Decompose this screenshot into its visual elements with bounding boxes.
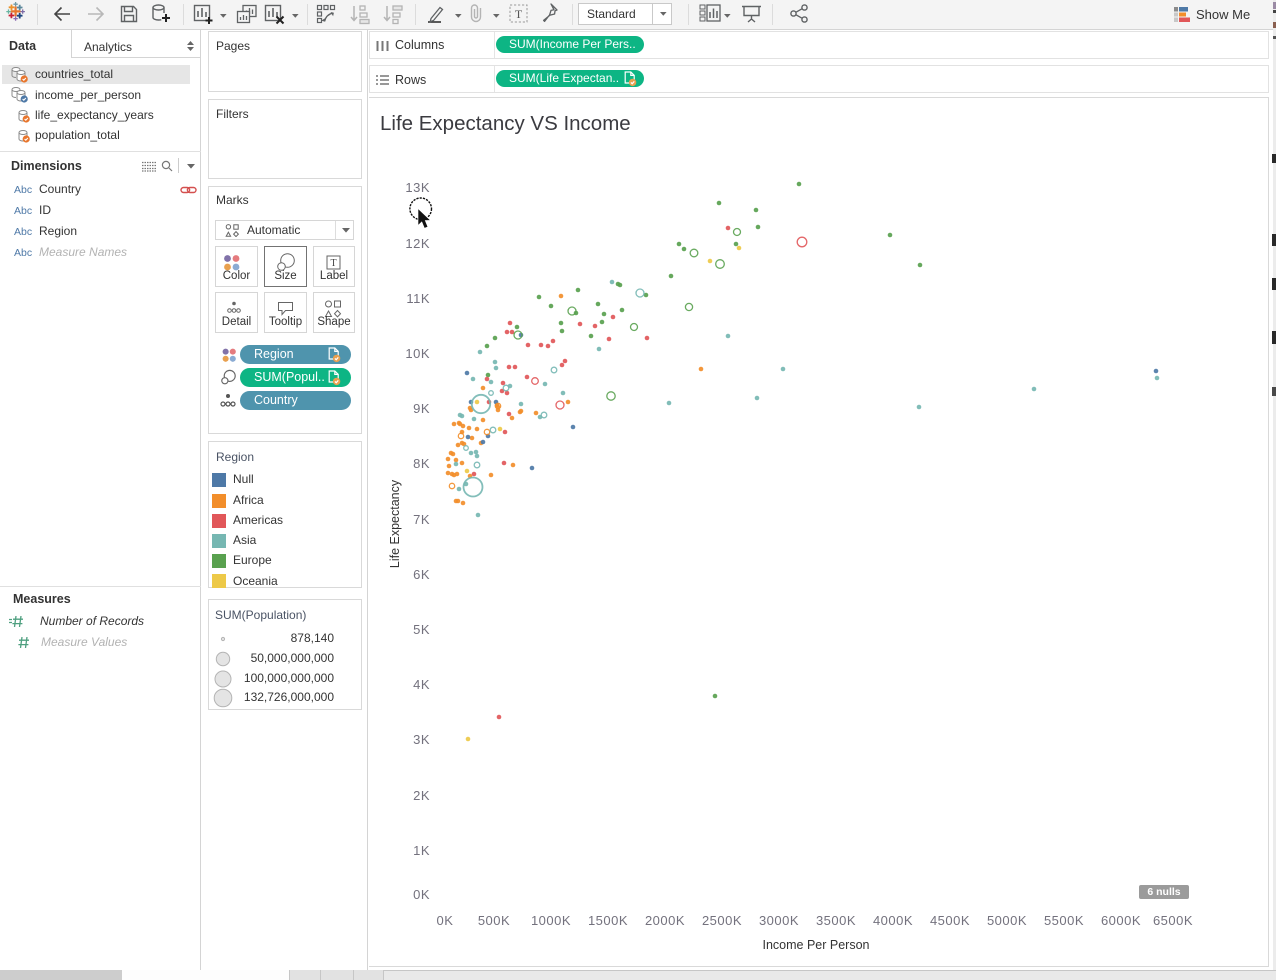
- svg-text:T: T: [515, 7, 523, 21]
- svg-text:T: T: [330, 258, 336, 269]
